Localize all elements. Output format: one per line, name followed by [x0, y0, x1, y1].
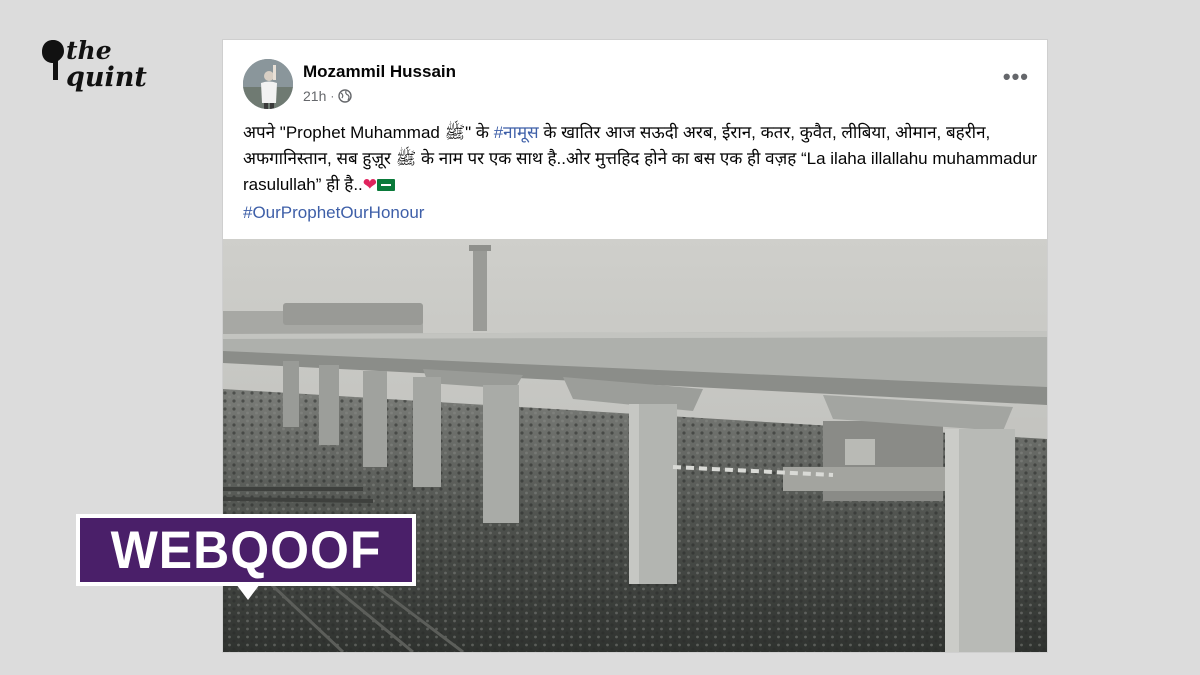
- hashtag-link-namoos[interactable]: #नामूस: [494, 123, 539, 142]
- webqoof-badge-panel: WEBQOOF: [80, 518, 412, 582]
- post-timestamp[interactable]: 21h: [303, 88, 326, 104]
- post-body: अपने "Prophet Muhammad ﷺ" के #नामूस के ख…: [243, 120, 1038, 198]
- webqoof-badge-label: WEBQOOF: [110, 520, 382, 580]
- red-heart-icon: ❤: [362, 175, 378, 194]
- post-photo[interactable]: [223, 239, 1047, 652]
- author-name[interactable]: Mozammil Hussain: [303, 62, 456, 82]
- avatar[interactable]: [243, 59, 293, 109]
- saudi-flag-icon: [377, 179, 396, 191]
- globe-icon: [338, 89, 353, 103]
- logo-word-the: the: [66, 36, 112, 65]
- quote-logo-icon: [42, 40, 64, 80]
- meta-separator: ·: [330, 89, 335, 103]
- webqoof-badge: WEBQOOF: [76, 514, 416, 586]
- more-options-icon[interactable]: •••: [1003, 64, 1029, 90]
- post-meta: 21h ·: [303, 88, 353, 104]
- webqoof-badge-pointer: [236, 584, 260, 600]
- post-body-text-1: अपने "Prophet Muhammad ﷺ" के: [243, 123, 494, 142]
- hashtag-link-ourprophetourhonour[interactable]: #OurProphetOurHonour: [243, 203, 424, 223]
- logo-word-quint: quint: [66, 62, 147, 93]
- the-quint-logo: the quint: [42, 38, 152, 106]
